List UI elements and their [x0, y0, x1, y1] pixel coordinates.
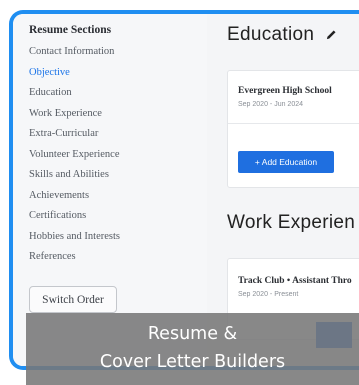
caption-line-2: Cover Letter Builders: [99, 352, 286, 372]
sidebar-list: Contact Information Objective Education Wor…: [29, 42, 120, 268]
pencil-icon[interactable]: [326, 24, 337, 46]
education-entry-name[interactable]: Evergreen High School: [238, 86, 332, 96]
sidebar-item-extra-curricular[interactable]: Extra-Curricular: [29, 124, 120, 145]
card-divider: [228, 123, 359, 124]
sidebar-item-skills-and-abilities[interactable]: Skills and Abilities: [29, 165, 120, 186]
work-entry-name[interactable]: Track Club • Assistant Thro: [238, 276, 352, 286]
education-section-title: Education: [227, 24, 337, 46]
education-card: Evergreen High School Sep 2020 - Jun 202…: [227, 70, 359, 188]
sidebar-item-achievements[interactable]: Achievements: [29, 186, 120, 207]
sidebar-item-work-experience[interactable]: Work Experience: [29, 104, 120, 125]
sidebar-item-hobbies-and-interests[interactable]: Hobbies and Interests: [29, 227, 120, 248]
sidebar-item-references[interactable]: References: [29, 247, 120, 268]
add-education-button[interactable]: + Add Education: [238, 151, 334, 173]
work-entry-date: Sep 2020 - Present: [238, 291, 299, 298]
sidebar-item-volunteer-experience[interactable]: Volunteer Experience: [29, 145, 120, 166]
education-entry-date: Sep 2020 - Jun 2024: [238, 101, 303, 108]
caption-line-1: Resume &: [147, 324, 238, 344]
sidebar-item-contact-information[interactable]: Contact Information: [29, 42, 120, 63]
switch-order-button[interactable]: Switch Order: [29, 286, 117, 313]
education-title-text: Education: [227, 24, 315, 46]
caption-overlay: Resume & Cover Letter Builders: [26, 313, 359, 385]
sidebar-item-education[interactable]: Education: [29, 83, 120, 104]
sidebar-title: Resume Sections: [29, 24, 112, 36]
sidebar-item-certifications[interactable]: Certifications: [29, 206, 120, 227]
sidebar-item-objective[interactable]: Objective: [29, 63, 120, 84]
work-section-title: Work Experien: [227, 212, 356, 233]
